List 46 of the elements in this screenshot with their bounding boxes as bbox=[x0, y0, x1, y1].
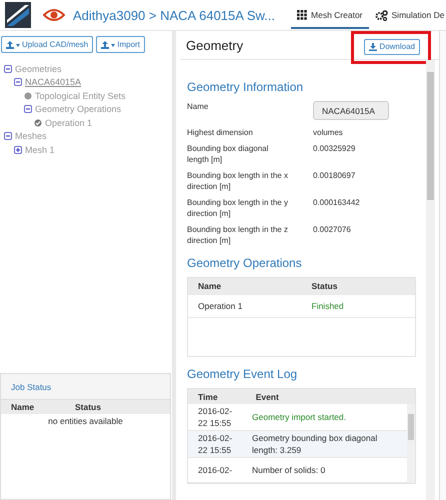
info-label: Bounding box length in the z direction [m] bbox=[187, 224, 289, 246]
info-value: 0.0027076 bbox=[313, 224, 352, 235]
name-field[interactable]: NACA64015A bbox=[313, 101, 389, 120]
time-cell-text: 2016-02-22 15:55 bbox=[197, 432, 234, 456]
info-value: 0.000163442 bbox=[313, 197, 361, 208]
tree-item[interactable]: Geometry Operations bbox=[35, 104, 122, 114]
column-header: Name bbox=[11, 402, 36, 412]
section-title: Geometry Operations bbox=[187, 256, 303, 270]
panel-title: Job Status bbox=[11, 382, 52, 392]
time-cell-text: 2016-02-22 15:55 bbox=[197, 405, 234, 429]
info-value: volumes bbox=[313, 127, 344, 138]
panel-title: Geometry bbox=[186, 38, 244, 52]
log-row[interactable]: 2016-02-22 15:55 Geometry bounding box diagonal length: 3.259 bbox=[188, 431, 407, 458]
download-button[interactable]: Download bbox=[364, 38, 420, 54]
event-cell-text: Geometry bounding box diagonal length: 3.259 bbox=[252, 432, 378, 456]
upload-button[interactable]: Upload CAD/mesh bbox=[1, 36, 94, 53]
column-header: Event bbox=[256, 392, 279, 402]
column-header: Status bbox=[310, 281, 338, 291]
info-value: 0.00180697 bbox=[313, 170, 356, 181]
empty-message: no entities available bbox=[48, 416, 123, 426]
info-label: Bounding box length in the y direction [m] bbox=[187, 197, 289, 219]
upload-button[interactable]: Import bbox=[96, 36, 145, 53]
tree-item[interactable]: Operation 1 bbox=[45, 118, 92, 128]
tree-item[interactable]: Topological Entity Sets bbox=[35, 90, 126, 101]
tree-item[interactable]: Geometries bbox=[15, 64, 62, 74]
info-label: Highest dimension bbox=[187, 127, 254, 138]
info-value: 0.00325929 bbox=[313, 143, 356, 154]
table-cell-text: Finished bbox=[310, 301, 345, 311]
event-cell-text: Number of solids: 0 bbox=[252, 464, 326, 476]
column-header: Time bbox=[198, 392, 218, 402]
nav-tab[interactable]: Simulation De bbox=[368, 2, 446, 28]
table-cell-text: Operation 1 bbox=[197, 301, 244, 311]
tree-item[interactable]: Meshes bbox=[15, 131, 47, 142]
column-header: Status bbox=[75, 402, 102, 412]
section-title: Geometry Information bbox=[187, 80, 304, 94]
info-label: Name bbox=[187, 101, 210, 112]
section-title: Geometry Event Log bbox=[187, 367, 298, 381]
column-header: Name bbox=[197, 281, 222, 291]
event-cell-text: Geometry import started. bbox=[252, 411, 348, 423]
project-breadcrumb[interactable]: Adithya3090 > NACA 64015A Sw... bbox=[73, 8, 276, 22]
tree-item[interactable]: Mesh 1 bbox=[25, 144, 55, 155]
nav-tab[interactable]: Mesh Creator bbox=[291, 2, 369, 28]
info-label: Bounding box diagonal length [m] bbox=[187, 143, 270, 165]
tree-item[interactable]: NACA64015A bbox=[25, 77, 82, 88]
info-label: Bounding box length in the x direction [m] bbox=[187, 170, 289, 192]
time-cell-text: 2016-02- bbox=[197, 464, 234, 476]
